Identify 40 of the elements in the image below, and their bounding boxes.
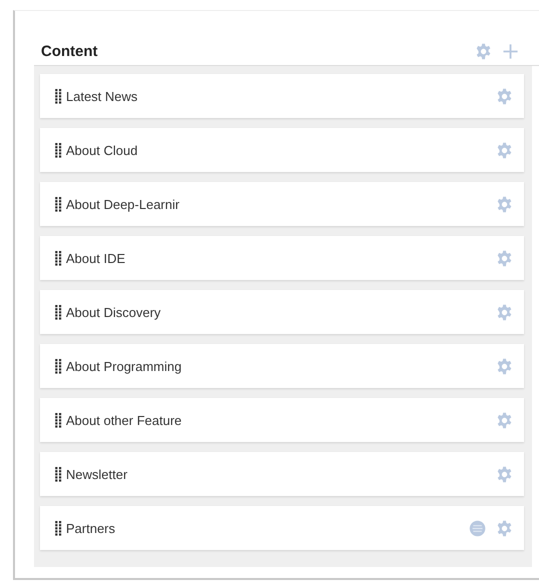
item-label: Partners xyxy=(66,520,116,536)
item-label: About Programming xyxy=(66,358,183,374)
item-label: Newsletter xyxy=(66,466,128,482)
drag-handle-icon[interactable] xyxy=(55,520,62,536)
list-item[interactable]: About Deep-Learnir xyxy=(40,182,524,226)
list-item[interactable]: About Programming xyxy=(40,344,524,388)
item-label: Latest News xyxy=(66,88,139,104)
settings-icon[interactable] xyxy=(496,88,513,104)
settings-icon[interactable] xyxy=(496,412,513,428)
drag-handle-icon[interactable] xyxy=(55,466,62,482)
drag-handle-icon[interactable] xyxy=(55,196,62,212)
list-item[interactable]: About Discovery xyxy=(40,290,524,334)
drag-handle-icon[interactable] xyxy=(55,358,62,374)
settings-icon[interactable] xyxy=(496,358,513,374)
list-item[interactable]: About IDE xyxy=(40,236,524,280)
item-label: About Deep-Learnir xyxy=(66,196,180,212)
item-label: About IDE xyxy=(66,250,126,266)
settings-icon[interactable] xyxy=(496,250,513,266)
drag-handle-icon[interactable] xyxy=(55,88,62,104)
drag-handle-icon[interactable] xyxy=(55,250,62,266)
settings-icon[interactable] xyxy=(496,304,513,320)
settings-icon[interactable] xyxy=(496,142,513,158)
item-label: About Cloud xyxy=(66,142,139,158)
drag-handle-icon[interactable] xyxy=(55,304,62,320)
list-item[interactable]: Partners xyxy=(40,506,524,550)
list-icon[interactable] xyxy=(469,520,486,536)
list-item[interactable]: Latest News xyxy=(40,74,524,118)
list-item[interactable]: About Cloud xyxy=(40,128,524,172)
item-label: About Discovery xyxy=(66,304,162,320)
list-item[interactable]: About other Feature xyxy=(40,398,524,442)
add-icon[interactable] xyxy=(502,42,519,60)
drag-handle-icon[interactable] xyxy=(55,412,62,428)
panel-title: Content xyxy=(41,42,98,60)
settings-icon[interactable] xyxy=(496,466,513,482)
item-label: About other Feature xyxy=(66,412,183,428)
settings-icon[interactable] xyxy=(496,196,513,212)
settings-icon[interactable] xyxy=(496,520,513,536)
settings-icon[interactable] xyxy=(475,42,492,60)
list-item[interactable]: Newsletter xyxy=(40,452,524,496)
drag-handle-icon[interactable] xyxy=(55,142,62,158)
